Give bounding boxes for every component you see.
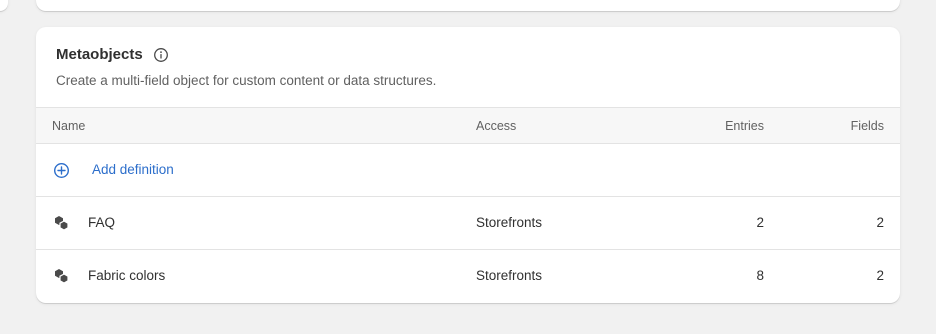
- metaobject-icon: [53, 214, 71, 232]
- adjacent-card-edge: [0, 0, 8, 11]
- row-fields: 2: [876, 215, 884, 230]
- column-header-access[interactable]: Access: [476, 119, 516, 133]
- title-row: Metaobjects: [56, 46, 169, 63]
- row-fields: 2: [876, 268, 884, 283]
- row-access: Storefronts: [476, 215, 543, 230]
- table-header: Name Access Entries Fields: [36, 107, 900, 144]
- section-description: Create a multi-field object for custom c…: [56, 73, 437, 88]
- row-entries: 8: [756, 268, 764, 283]
- table-row[interactable]: Fabric colors Storefronts 8 2: [36, 250, 900, 303]
- column-header-entries[interactable]: Entries: [725, 119, 764, 133]
- plus-circle-icon[interactable]: [53, 162, 70, 179]
- info-circle-icon[interactable]: [153, 47, 169, 63]
- card-header: Metaobjects Create a multi-field object …: [36, 27, 900, 107]
- previous-card: [36, 0, 900, 11]
- metaobject-icon: [53, 267, 71, 285]
- add-definition-row[interactable]: Add definition: [36, 144, 900, 197]
- row-name[interactable]: Fabric colors: [88, 268, 165, 283]
- row-name[interactable]: FAQ: [88, 215, 115, 230]
- add-definition-link[interactable]: Add definition: [92, 162, 174, 177]
- row-entries: 2: [756, 215, 764, 230]
- table-row[interactable]: FAQ Storefronts 2 2: [36, 197, 900, 250]
- column-header-name[interactable]: Name: [52, 119, 85, 133]
- row-access: Storefronts: [476, 268, 543, 283]
- column-header-fields[interactable]: Fields: [851, 119, 884, 133]
- section-title: Metaobjects: [56, 46, 143, 63]
- metaobjects-card: Metaobjects Create a multi-field object …: [36, 27, 900, 303]
